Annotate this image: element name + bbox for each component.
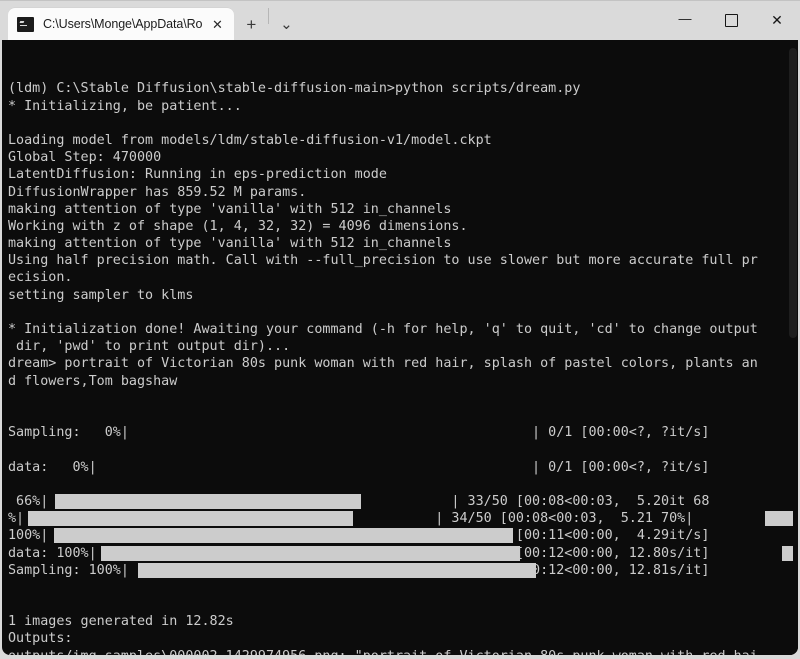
terminal-line: Using half precision math. Call with --f… [8,253,758,269]
progress-row-sampling-100: Sampling: 100%| | 1/1 [00:12<00:00, 12.8… [8,562,798,579]
terminal-line: * Initialization done! Awaiting your com… [8,322,758,338]
terminal-line: d flowers,Tom bagshaw [8,373,178,389]
progress-row-text: Sampling: 0%| | 0/1 [00:00<?, ?it/s] [8,425,710,441]
progress-row-text: data: 100%| | 1/1 [00:12<00:00, 12.80s/i… [8,545,710,561]
minimize-button[interactable]: — [662,0,708,40]
new-tab-button[interactable]: + [234,8,268,40]
progress-row-blank-1 [8,441,798,458]
terminal-line: dir, 'pwd' to print output dir)... [8,339,291,355]
progress-row-sampling-init: Sampling: 0%| | 0/1 [00:00<?, ?it/s] [8,424,798,441]
terminal-scrollbar[interactable] [788,40,798,655]
terminal-line: setting sampler to klms [8,287,194,303]
terminal-line: Loading model from models/ldm/stable-dif… [8,132,492,148]
close-window-button[interactable]: ✕ [754,0,800,40]
terminal-line: dream> portrait of Victorian 80s punk wo… [8,356,758,372]
scrollbar-thumb[interactable] [789,48,797,338]
terminal-surface[interactable]: (ldm) C:\Stable Diffusion\stable-diffusi… [2,40,798,655]
terminal-line: ecision. [8,270,73,286]
tab-strip: C:\Users\Monge\AppData\Ro ✕ + ⌄ [0,0,303,40]
terminal-line: Working with z of shape (1, 4, 32, 32) =… [8,218,468,234]
terminal-line: DiffusionWrapper has 859.52 M params. [8,184,307,200]
chevron-down-icon[interactable]: ⌄ [269,8,303,40]
terminal-line: making attention of type 'vanilla' with … [8,236,452,252]
progress-row-blank-2 [8,476,798,493]
progress-row-step-66: 66%| | 33/50 [00:08<00:03, 5.20it 68 [8,493,798,510]
progress-bar-fill-secondary [782,545,793,561]
window-controls: — ✕ [662,0,800,40]
tab-active-console[interactable]: C:\Users\Monge\AppData\Ro ✕ [8,8,235,40]
close-tab-icon[interactable]: ✕ [206,13,228,35]
terminal-line: LatentDiffusion: Running in eps-predicti… [8,167,387,183]
console-icon [17,16,34,32]
progress-row-text [8,477,16,492]
progress-row-text: %| | 34/50 [00:08<00:03, 5.21 70%| [8,511,694,527]
progress-row-text: data: 0%| | 0/1 [00:00<?, ?it/s] [8,459,710,475]
progress-row-data-init: data: 0%| | 0/1 [00:00<?, ?it/s] [8,459,798,476]
terminal-line: Outputs: [8,631,73,647]
progress-row-step-34: %| | 34/50 [00:08<00:03, 5.21 70%| [8,510,798,527]
maximize-icon [724,13,738,27]
progress-bar-fill-secondary [765,511,793,527]
terminal-window: C:\Users\Monge\AppData\Ro ✕ + ⌄ — ✕ (ldm… [0,0,800,659]
terminal-line: * Initializing, be patient... [8,98,242,114]
progress-row-text: Sampling: 100%| | 1/1 [00:12<00:00, 12.8… [8,562,710,578]
progress-row-step-100: 100%| | 50/50 [00:11<00:00, 4.29it/s] [8,527,798,544]
terminal-log-lines: (ldm) C:\Stable Diffusion\stable-diffusi… [8,80,798,389]
terminal-line: (ldm) C:\Stable Diffusion\stable-diffusi… [8,81,581,97]
terminal-line: making attention of type 'vanilla' with … [8,201,452,217]
terminal-line: 1 images generated in 12.82s [8,614,234,630]
terminal-line: Global Step: 470000 [8,150,162,166]
terminal-output-lines: 1 images generated in 12.82sOutputs:outp… [8,613,798,655]
tab-title: C:\Users\Monge\AppData\Ro [43,17,203,31]
progress-row-data-100: data: 100%| | 1/1 [00:12<00:00, 12.80s/i… [8,545,798,562]
progress-row-text: 66%| | 33/50 [00:08<00:03, 5.20it 68 [8,493,710,509]
title-bar: C:\Users\Monge\AppData\Ro ✕ + ⌄ — ✕ [0,0,800,40]
terminal-output: (ldm) C:\Stable Diffusion\stable-diffusi… [2,40,798,655]
terminal-progress-rows: Sampling: 0%| | 0/1 [00:00<?, ?it/s] dat… [8,424,798,579]
progress-row-text: 100%| | 50/50 [00:11<00:00, 4.29it/s] [8,528,710,544]
progress-row-text [8,442,16,457]
maximize-button[interactable] [708,0,754,40]
terminal-line: outputs/img-samples\000002.1429974956.pn… [8,648,798,655]
